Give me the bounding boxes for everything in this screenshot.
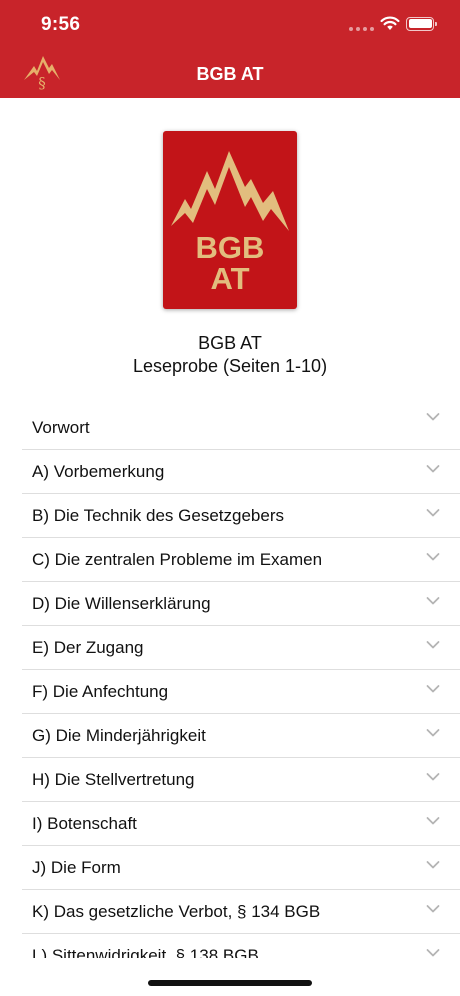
chapter-row-d[interactable]: D) Die Willenserklärung (22, 582, 460, 626)
chevron-down-icon[interactable] (426, 412, 440, 422)
home-indicator[interactable] (148, 980, 312, 986)
chevron-down-icon[interactable] (426, 948, 440, 958)
chapter-label: J) Die Form (32, 858, 121, 877)
chapter-label: Vorwort (32, 418, 90, 437)
chapter-row-vorwort[interactable]: Vorwort (22, 398, 460, 450)
chevron-down-icon[interactable] (426, 728, 440, 738)
chapter-row-e[interactable]: E) Der Zugang (22, 626, 460, 670)
book-title: BGB AT (198, 333, 262, 353)
chapter-label: C) Die zentralen Probleme im Examen (32, 550, 323, 569)
chevron-down-icon[interactable] (426, 772, 440, 782)
chapter-label: B) Die Technik des Gesetzgebers (32, 506, 284, 525)
book-subtitle: Leseprobe (Seiten 1-10) (132, 356, 328, 376)
cover-title-line2: AT (210, 261, 250, 296)
book-cover[interactable]: BGB AT (163, 131, 297, 309)
chapter-label: I) Botenschaft (32, 814, 137, 833)
chapter-label: F) Die Anfechtung (32, 682, 169, 701)
chapter-row-b[interactable]: B) Die Technik des Gesetzgebers (22, 494, 460, 538)
chevron-down-icon[interactable] (426, 552, 440, 562)
battery-icon (406, 16, 437, 31)
chapter-row-f[interactable]: F) Die Anfechtung (22, 670, 460, 714)
page-title: BGB AT (196, 64, 264, 84)
chapter-row-g[interactable]: G) Die Minderjährigkeit (22, 714, 460, 758)
chevron-down-icon[interactable] (426, 684, 440, 694)
chevron-down-icon[interactable] (426, 508, 440, 518)
chapter-label: A) Vorbemerkung (32, 462, 165, 481)
chapter-label: L) Sittenwidrigkeit, § 138 BGB (32, 946, 259, 958)
chapter-row-l[interactable]: L) Sittenwidrigkeit, § 138 BGB (22, 934, 460, 958)
chapter-row-c[interactable]: C) Die zentralen Probleme im Examen (22, 538, 460, 582)
chevron-down-icon[interactable] (426, 464, 440, 474)
chevron-down-icon[interactable] (426, 860, 440, 870)
status-icons (349, 16, 437, 31)
chevron-down-icon[interactable] (426, 640, 440, 650)
chevron-down-icon[interactable] (426, 816, 440, 826)
chapter-list: Vorwort A) Vorbemerkung B) Die Technik d… (22, 398, 460, 958)
status-bar: 9:56 (0, 12, 460, 40)
chapter-label: H) Die Stellvertretung (32, 770, 195, 789)
chapter-row-h[interactable]: H) Die Stellvertretung (22, 758, 460, 802)
status-time: 9:56 (41, 14, 81, 35)
chapter-row-a[interactable]: A) Vorbemerkung (22, 450, 460, 494)
chevron-down-icon[interactable] (426, 596, 440, 606)
chapter-row-i[interactable]: I) Botenschaft (22, 802, 460, 846)
chevron-down-icon[interactable] (426, 904, 440, 914)
cellular-signal-icon (349, 17, 374, 31)
chapter-label: G) Die Minderjährigkeit (32, 726, 206, 745)
chapter-label: K) Das gesetzliche Verbot, § 134 BGB (32, 902, 321, 921)
chapter-label: E) Der Zugang (32, 638, 144, 657)
chapter-label: D) Die Willenserklärung (32, 594, 211, 613)
navigation-bar: 9:56 § BGB AT (0, 0, 460, 98)
cover-title-line1: BGB (195, 230, 265, 265)
chapter-row-j[interactable]: J) Die Form (22, 846, 460, 890)
wifi-icon (380, 16, 400, 30)
chapter-row-k[interactable]: K) Das gesetzliche Verbot, § 134 BGB (22, 890, 460, 934)
